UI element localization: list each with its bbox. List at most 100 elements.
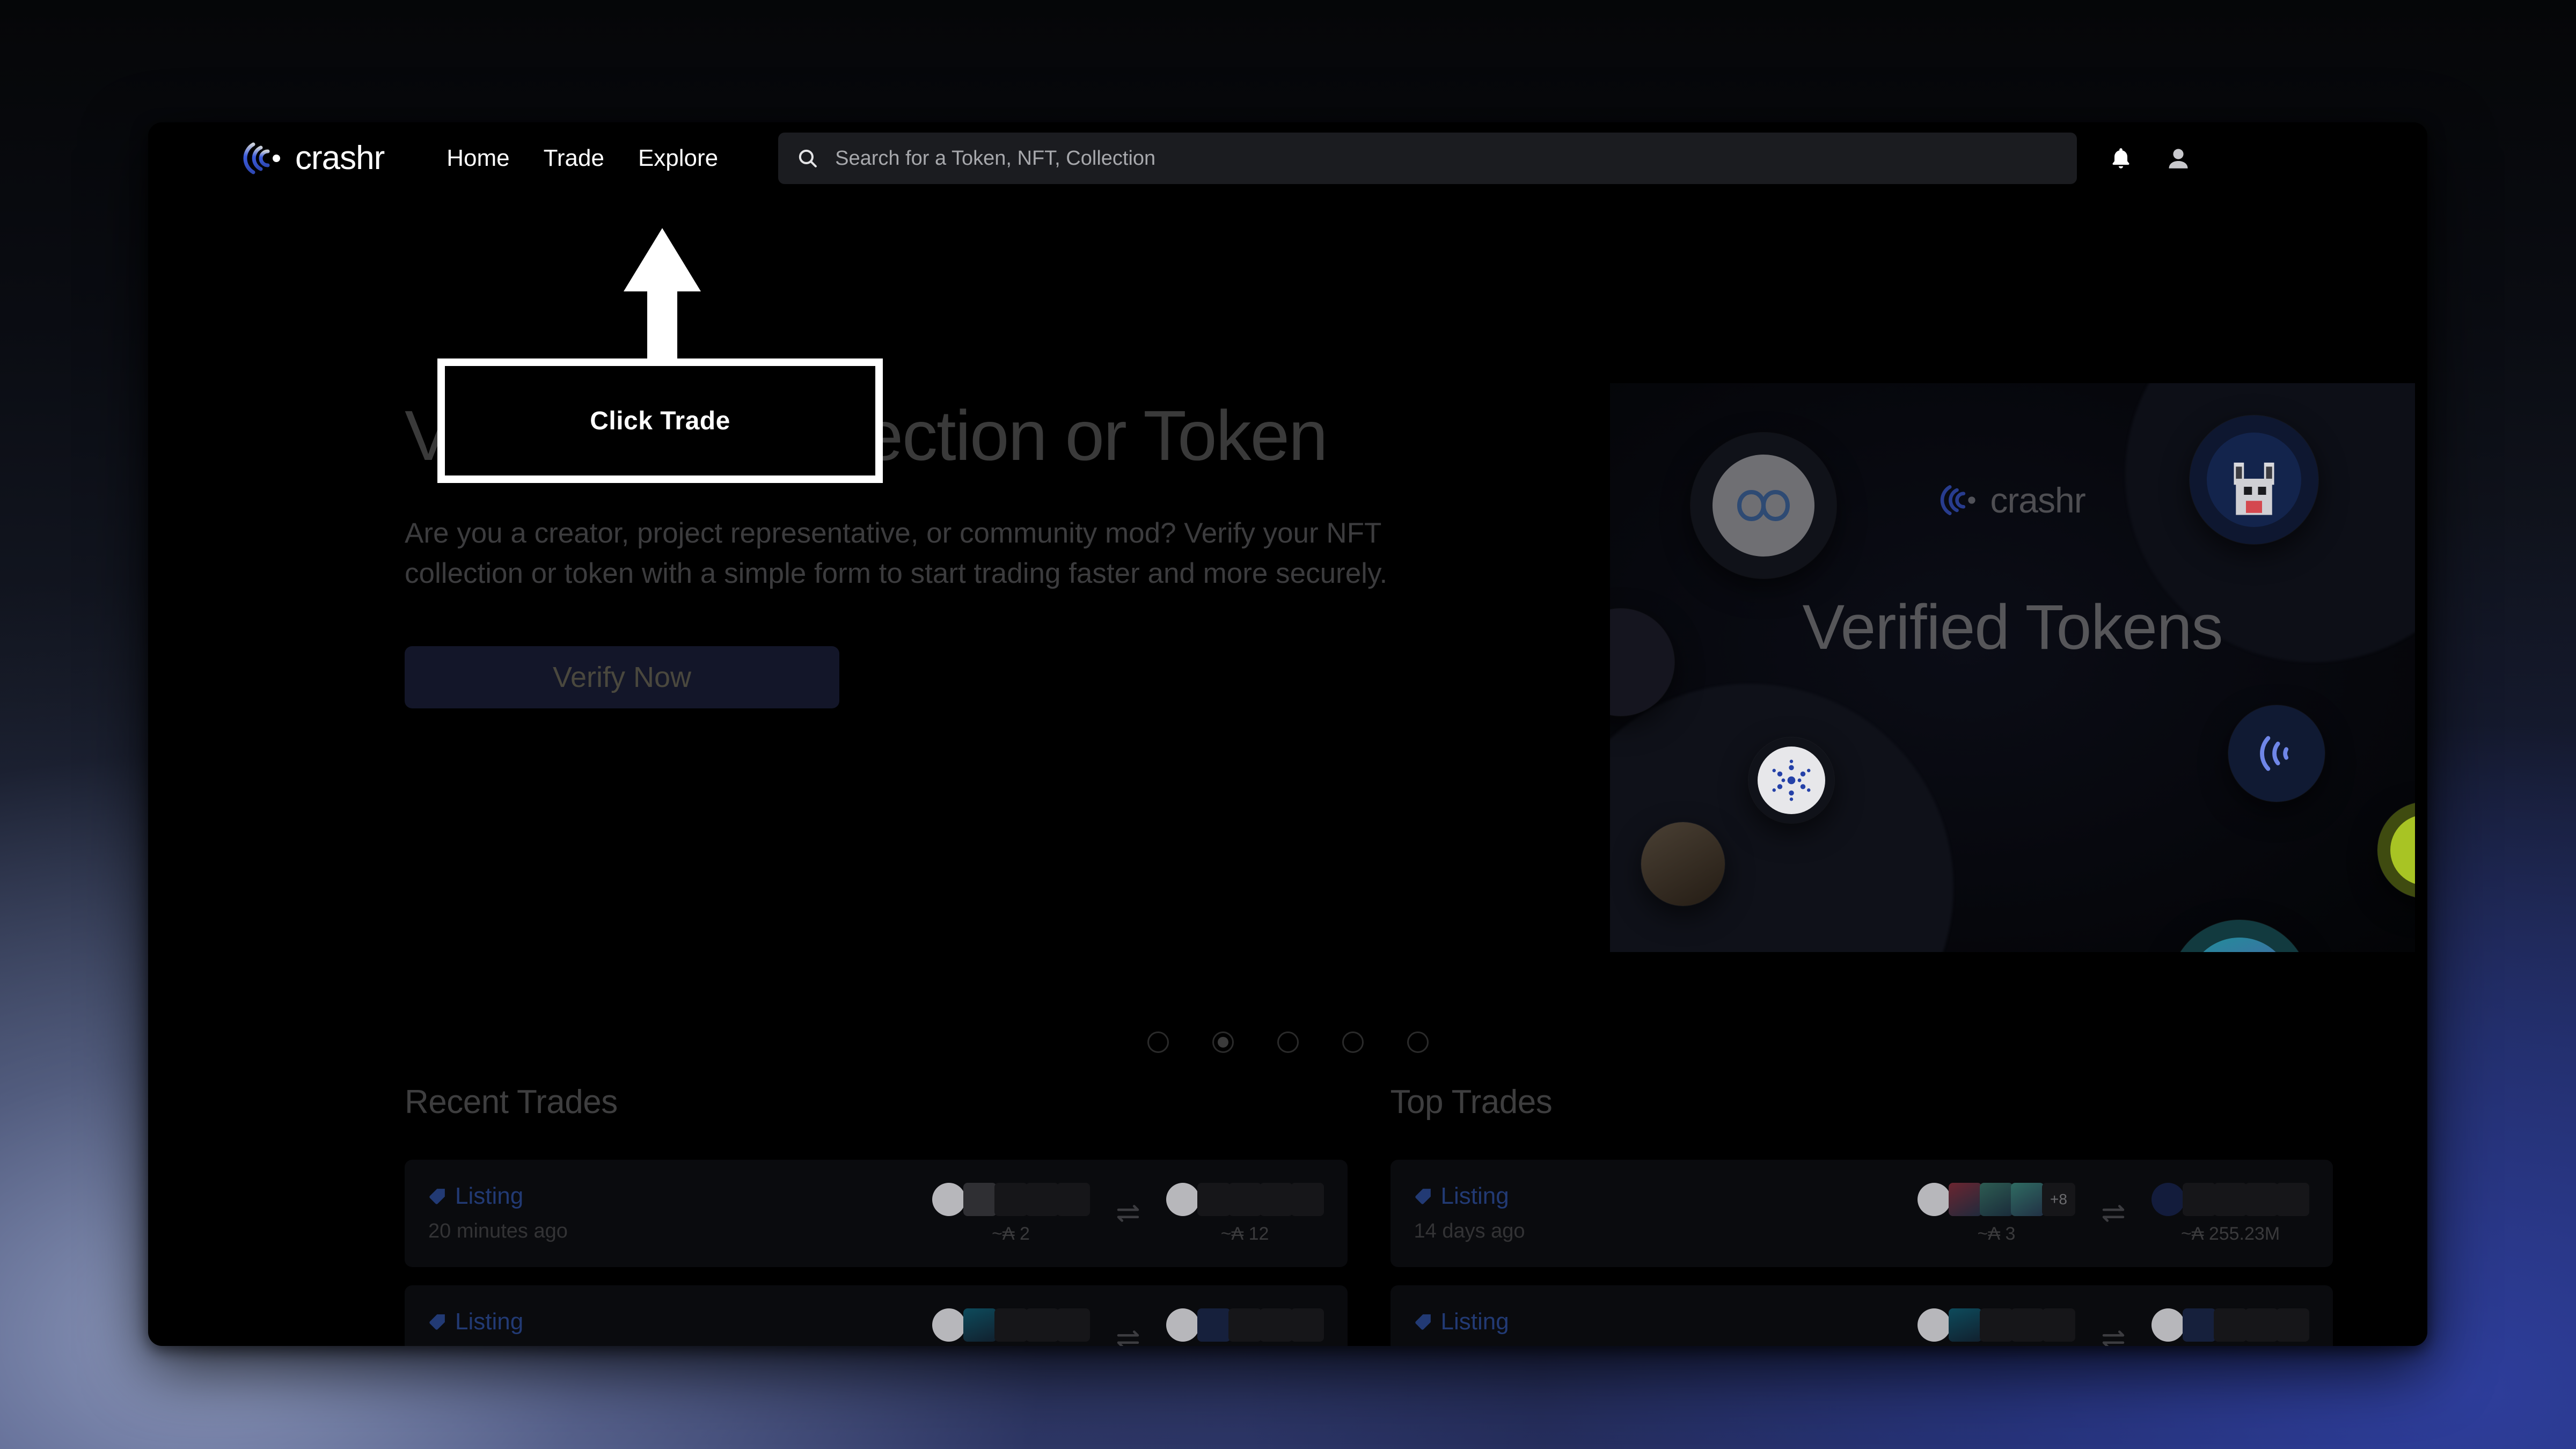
- swap-arrows-icon: [2102, 1205, 2125, 1222]
- ada-token-icon: [932, 1182, 965, 1216]
- trade-timestamp: 14 days ago: [1414, 1219, 1525, 1242]
- asset-thumbnail: [1980, 1308, 2013, 1342]
- asset-thumbnail: [2214, 1182, 2247, 1216]
- ada-token-icon: [1918, 1308, 1951, 1342]
- trade-amount-left: ~₳ 2: [992, 1223, 1030, 1244]
- asset-thumbnail: [1290, 1308, 1324, 1342]
- asset-thumbnails: +8: [1918, 1182, 2075, 1216]
- asset-thumbnail: [2214, 1308, 2247, 1342]
- asset-thumbnails: [932, 1182, 1090, 1216]
- asset-thumbnail: [1259, 1308, 1293, 1342]
- asset-thumbnail: [2245, 1308, 2278, 1342]
- asset-overflow-count: +8: [2042, 1182, 2075, 1216]
- asset-thumbnail: [1056, 1308, 1090, 1342]
- swap-arrows-icon: [2102, 1330, 2125, 1346]
- tag-icon: [429, 1314, 445, 1330]
- hero-subtitle: Are you a creator, project representativ…: [405, 517, 1388, 589]
- trade-swap: ~₳ 2 ~₳ 236.84M: [1822, 1308, 2309, 1346]
- table-row[interactable]: Listing 20 minutes ago ~₳ 2 ~₳ 12: [405, 1160, 1348, 1267]
- nav-explore[interactable]: Explore: [638, 145, 718, 172]
- swap-arrows-icon: [1117, 1330, 1139, 1346]
- carousel-dot-2[interactable]: [1212, 1031, 1234, 1053]
- asset-thumbnail: [1025, 1308, 1059, 1342]
- hero-art-title: Verified Tokens: [1802, 592, 2223, 663]
- table-row[interactable]: Listing 6 days ago ~₳ 2: [405, 1285, 1348, 1346]
- trade-side-left: ~₳ 2: [1918, 1308, 2075, 1346]
- trade-side-right: ~₳ 255.23M: [2151, 1182, 2309, 1245]
- asset-thumbnail: [2183, 1182, 2216, 1216]
- table-row[interactable]: Listing 6 days ago ~₳ 2: [1390, 1285, 2333, 1346]
- hero-section: Verify your Collection or Token Are you …: [148, 194, 2427, 1053]
- asset-thumbnail: [994, 1308, 1028, 1342]
- asset-thumbnail: [1025, 1182, 1059, 1216]
- recent-trades-column: Recent Trades Listing 20 minutes ago ~₳ …: [405, 1083, 1348, 1346]
- asset-thumbnails: [1166, 1308, 1324, 1342]
- trade-meta: Listing 20 minutes ago: [428, 1184, 836, 1243]
- asset-thumbnail: [1056, 1182, 1090, 1216]
- table-row[interactable]: Listing 14 days ago +8 ~₳ 3 ~₳ 255.23M: [1390, 1160, 2333, 1267]
- verify-now-button[interactable]: Verify Now: [405, 646, 839, 709]
- search-input[interactable]: [835, 147, 2059, 170]
- trade-kind-label: Listing: [1440, 1308, 1509, 1335]
- trade-side-right: ~₳ 236.84M: [1166, 1308, 1324, 1346]
- bell-icon[interactable]: [2108, 145, 2134, 171]
- asset-thumbnail: [2183, 1308, 2216, 1342]
- asset-thumbnail: [1949, 1308, 1982, 1342]
- main-navigation: Home Trade Explore: [447, 145, 718, 172]
- nav-home[interactable]: Home: [447, 145, 509, 172]
- token-avatar: [2190, 415, 2318, 544]
- trade-timestamp: 6 days ago: [428, 1345, 836, 1346]
- hero-art-brand: crashr: [1940, 480, 2086, 521]
- search-bar[interactable]: [778, 133, 2077, 184]
- asset-thumbnail: [1259, 1182, 1293, 1216]
- asset-thumbnail: [2245, 1182, 2278, 1216]
- trade-meta: Listing 6 days ago: [1414, 1308, 1822, 1346]
- asset-thumbnail: [1228, 1308, 1262, 1342]
- trade-side-left: +8 ~₳ 3: [1918, 1182, 2075, 1245]
- search-icon: [799, 149, 817, 167]
- swap-arrows-icon: [1117, 1205, 1139, 1222]
- trade-kind-label: Listing: [1440, 1182, 1509, 1209]
- carousel-dot-3[interactable]: [1277, 1031, 1299, 1053]
- trade-swap: ~₳ 2 ~₳ 12: [836, 1182, 1324, 1245]
- site-header: crashr Home Trade Explore: [148, 122, 2427, 194]
- carousel-dot-5[interactable]: [1407, 1031, 1429, 1053]
- token-avatar: [1641, 822, 1725, 906]
- hero-copy: Verify your Collection or Token Are you …: [405, 394, 1424, 709]
- trade-amount-left: ~₳ 3: [1977, 1223, 2016, 1244]
- asset-thumbnail: [2276, 1182, 2309, 1216]
- carousel-dot-1[interactable]: [1147, 1031, 1169, 1053]
- trade-timestamp: 20 minutes ago: [428, 1219, 568, 1242]
- asset-thumbnails: [932, 1308, 1090, 1342]
- ada-token-icon: [932, 1308, 965, 1342]
- recent-trades-heading: Recent Trades: [405, 1084, 618, 1121]
- asset-thumbnail: [963, 1308, 997, 1342]
- tag-icon: [1415, 1188, 1431, 1204]
- asset-thumbnail: [1980, 1182, 2013, 1216]
- crashr-wave-logo-icon: [1940, 485, 1975, 515]
- asset-thumbnails: [2151, 1182, 2309, 1216]
- trade-kind-label: Listing: [455, 1308, 524, 1335]
- brand-logo[interactable]: crashr: [243, 138, 385, 179]
- top-trades-heading: Top Trades: [1390, 1084, 1553, 1121]
- carousel-pagination: [148, 1031, 2427, 1053]
- crashr-wave-logo-icon: [243, 142, 280, 174]
- carousel-dot-4[interactable]: [1342, 1031, 1364, 1053]
- top-trades-column: Top Trades Listing 14 days ago +8 ~₳ 3 ~…: [1390, 1083, 2333, 1346]
- ada-token-icon: [1166, 1182, 1199, 1216]
- trade-amount-right: ~₳ 255.23M: [2180, 1223, 2280, 1244]
- avatar-icon[interactable]: [2165, 145, 2192, 172]
- token-avatar: [2377, 802, 2415, 898]
- trades-section: Recent Trades Listing 20 minutes ago ~₳ …: [148, 1083, 2427, 1346]
- page-title: Verify your Collection or Token: [405, 396, 1328, 475]
- trade-swap: ~₳ 2 ~₳ 236.84M: [836, 1308, 1324, 1346]
- ada-token-icon: [2151, 1308, 2185, 1342]
- asset-thumbnail: [1228, 1182, 1262, 1216]
- header-actions: [2108, 145, 2192, 172]
- tag-icon: [1415, 1314, 1431, 1330]
- brand-name: crashr: [295, 140, 385, 177]
- ada-token-icon: [1918, 1182, 1951, 1216]
- hero-art-panel: crashr Verified Tokens: [1610, 383, 2415, 952]
- tag-icon: [429, 1188, 445, 1204]
- nav-trade[interactable]: Trade: [544, 145, 604, 172]
